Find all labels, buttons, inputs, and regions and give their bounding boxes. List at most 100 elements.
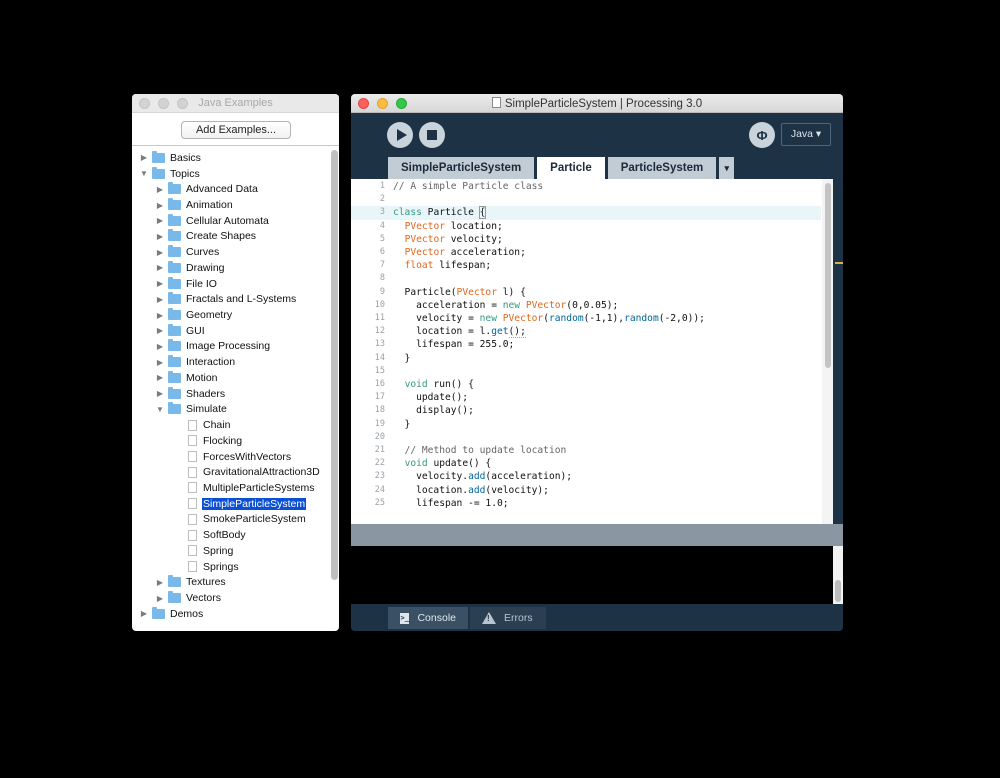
tree-folder[interactable]: ▶ GUI (155, 323, 206, 339)
code-line[interactable]: 20 (351, 431, 821, 444)
tree-example[interactable]: SimpleParticleSystem (188, 496, 307, 512)
disclosure-collapsed-icon[interactable]: ▶ (155, 594, 165, 603)
code-line[interactable]: 14 } (351, 352, 821, 365)
tree-folder[interactable]: ▶ Animation (155, 197, 234, 213)
code-line[interactable]: 5 PVector velocity; (351, 233, 821, 246)
code-line[interactable]: 10 acceleration = new PVector(0,0.05); (351, 299, 821, 312)
code-line[interactable]: 7 float lifespan; (351, 259, 821, 272)
console-area[interactable] (351, 546, 843, 604)
add-examples-button[interactable]: Add Examples... (181, 121, 291, 139)
code-line[interactable]: 19 } (351, 418, 821, 431)
folder-icon (168, 182, 181, 195)
examples-scrollbar[interactable] (331, 150, 338, 580)
tree-example[interactable]: Spring (188, 543, 234, 559)
disclosure-collapsed-icon[interactable]: ▶ (155, 248, 165, 257)
code-text: acceleration = new PVector(0,0.05); (393, 299, 619, 311)
tree-folder[interactable]: ▼ Topics (139, 166, 201, 182)
tree-example[interactable]: MultipleParticleSystems (188, 480, 315, 496)
mode-selector[interactable]: Java ▾ (781, 123, 831, 146)
code-line[interactable]: 9 Particle(PVector l) { (351, 286, 821, 299)
disclosure-collapsed-icon[interactable]: ▶ (155, 279, 165, 288)
file-icon (188, 451, 197, 463)
disclosure-expanded-icon[interactable]: ▼ (155, 405, 165, 414)
tab-particlesystem[interactable]: ParticleSystem (607, 157, 717, 179)
console-scrollbar[interactable] (833, 546, 843, 604)
tree-folder[interactable]: ▶ Create Shapes (155, 229, 257, 245)
disclosure-collapsed-icon[interactable]: ▶ (155, 263, 165, 272)
tree-item-label: Image Processing (186, 340, 271, 353)
tree-item-label: Animation (186, 199, 233, 211)
code-line[interactable]: 12 location = l.get(); (351, 325, 821, 339)
tab-menu-button[interactable]: ▾ (719, 157, 735, 179)
code-line[interactable]: 1 // A simple Particle class (351, 180, 821, 193)
run-button[interactable] (387, 122, 413, 148)
tree-folder[interactable]: ▶ Interaction (155, 354, 236, 370)
tree-folder[interactable]: ▶ Geometry (155, 307, 233, 323)
tree-folder[interactable]: ▶ Curves (155, 244, 220, 260)
examples-titlebar[interactable]: Java Examples (132, 94, 339, 113)
disclosure-collapsed-icon[interactable]: ▶ (139, 153, 149, 162)
code-line[interactable]: 17 update(); (351, 391, 821, 404)
tree-folder[interactable]: ▶ Fractals and L-Systems (155, 291, 297, 307)
disclosure-collapsed-icon[interactable]: ▶ (155, 201, 165, 210)
code-line[interactable]: 11 velocity = new PVector(random(-1,1),r… (351, 312, 821, 325)
tree-example[interactable]: ForcesWithVectors (188, 449, 292, 465)
code-line[interactable]: 13 lifespan = 255.0; (351, 338, 821, 351)
tab-particle[interactable]: Particle (537, 157, 605, 179)
editor-scrollbar[interactable] (825, 183, 831, 368)
tree-folder[interactable]: ▼ Simulate (155, 402, 228, 418)
code-line[interactable]: 25 lifespan -= 1.0; (351, 497, 821, 510)
disclosure-collapsed-icon[interactable]: ▶ (139, 609, 149, 618)
tree-example[interactable]: Springs (188, 559, 240, 575)
disclosure-collapsed-icon[interactable]: ▶ (155, 373, 165, 382)
stop-button[interactable] (419, 122, 445, 148)
tree-example[interactable]: SmokeParticleSystem (188, 512, 307, 528)
tree-folder[interactable]: ▶ Demos (139, 606, 204, 622)
line-number: 22 (374, 458, 385, 469)
disclosure-collapsed-icon[interactable]: ▶ (155, 389, 165, 398)
tab-simpleparticlesystem[interactable]: SimpleParticleSystem (388, 157, 535, 179)
debug-button[interactable]: Ф (749, 122, 775, 148)
disclosure-expanded-icon[interactable]: ▼ (139, 169, 149, 178)
tree-folder[interactable]: ▶ Cellular Automata (155, 213, 270, 229)
disclosure-collapsed-icon[interactable]: ▶ (155, 185, 165, 194)
errors-tab[interactable]: Errors (470, 607, 546, 629)
code-line[interactable]: 2 (351, 193, 821, 206)
code-line[interactable]: 6 PVector acceleration; (351, 246, 821, 259)
tree-example[interactable]: Flocking (188, 433, 243, 449)
tree-folder[interactable]: ▶ Motion (155, 370, 219, 386)
code-line[interactable]: 21 // Method to update location (351, 444, 821, 457)
code-line[interactable]: 22 void update() { (351, 457, 821, 470)
tree-folder[interactable]: ▶ Advanced Data (155, 181, 259, 197)
disclosure-collapsed-icon[interactable]: ▶ (155, 216, 165, 225)
code-line[interactable]: 8 (351, 272, 821, 285)
code-line[interactable]: 15 (351, 365, 821, 378)
code-line[interactable]: 24 location.add(velocity); (351, 484, 821, 497)
code-line[interactable]: 23 velocity.add(acceleration); (351, 470, 821, 483)
tree-folder[interactable]: ▶ Drawing (155, 260, 226, 276)
tree-example[interactable]: Chain (188, 417, 231, 433)
disclosure-collapsed-icon[interactable]: ▶ (155, 311, 165, 320)
tree-example[interactable]: GravitationalAttraction3D (188, 464, 321, 480)
disclosure-collapsed-icon[interactable]: ▶ (155, 578, 165, 587)
processing-titlebar[interactable]: SimpleParticleSystem | Processing 3.0 (351, 94, 843, 113)
tree-folder[interactable]: ▶ Vectors (155, 590, 222, 606)
tree-folder[interactable]: ▶ Basics (139, 150, 202, 166)
code-line[interactable]: 16 void run() { (351, 378, 821, 391)
disclosure-collapsed-icon[interactable]: ▶ (155, 342, 165, 351)
tree-folder[interactable]: ▶ Image Processing (155, 339, 271, 355)
error-marker[interactable] (835, 262, 843, 264)
disclosure-collapsed-icon[interactable]: ▶ (155, 232, 165, 241)
tree-example[interactable]: SoftBody (188, 527, 247, 543)
tree-folder[interactable]: ▶ File IO (155, 276, 218, 292)
disclosure-collapsed-icon[interactable]: ▶ (155, 358, 165, 367)
console-tab[interactable]: >_ Console (388, 607, 468, 629)
tree-folder[interactable]: ▶ Textures (155, 574, 227, 590)
tree-folder[interactable]: ▶ Shaders (155, 386, 226, 402)
code-text: location = l.get(); (393, 326, 526, 339)
code-line[interactable]: 18 display(); (351, 404, 821, 417)
disclosure-collapsed-icon[interactable]: ▶ (155, 326, 165, 335)
disclosure-collapsed-icon[interactable]: ▶ (155, 295, 165, 304)
code-line[interactable]: 4 PVector location; (351, 220, 821, 233)
code-line[interactable]: 3 class Particle { (351, 206, 821, 220)
